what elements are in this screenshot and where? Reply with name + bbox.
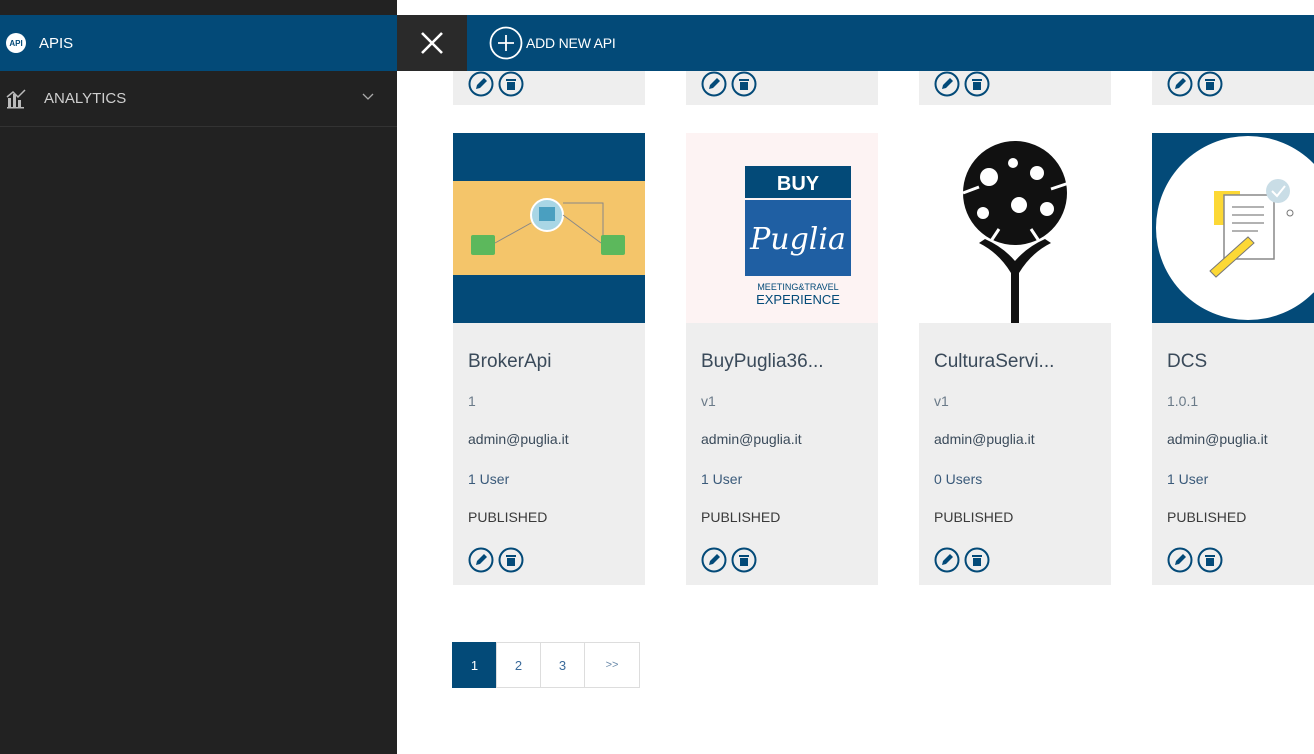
- logo-script-text: Puglia: [749, 222, 846, 257]
- card-actions: [701, 71, 757, 97]
- api-version: v1: [934, 393, 949, 409]
- api-title[interactable]: DCS: [1167, 351, 1207, 373]
- api-status: PUBLISHED: [701, 509, 781, 525]
- api-card-partial: [686, 71, 878, 105]
- edit-icon[interactable]: [934, 71, 960, 97]
- card-actions: [701, 547, 757, 573]
- api-version: 1.0.1: [1167, 393, 1199, 409]
- sidebar-item-analytics-label: ANALYTICS: [44, 90, 127, 107]
- next-page-button[interactable]: >>: [584, 642, 640, 688]
- api-title[interactable]: CulturaServi...: [934, 351, 1054, 373]
- api-users: 1 User: [1167, 471, 1209, 487]
- api-gear-icon: API: [6, 33, 26, 53]
- close-button[interactable]: [397, 15, 467, 71]
- logo-tagline-2: EXPERIENCE: [756, 292, 840, 307]
- api-card[interactable]: CulturaServi... v1 admin@puglia.it 0 Use…: [919, 133, 1111, 585]
- card-actions: [468, 547, 524, 573]
- sidebar-item-analytics[interactable]: ANALYTICS: [0, 71, 397, 127]
- api-card[interactable]: DCS 1.0.1 admin@puglia.it 1 User PUBLISH…: [1152, 133, 1314, 585]
- api-title[interactable]: BuyPuglia36...: [701, 351, 824, 373]
- sidebar-item-apis[interactable]: API APIS: [0, 15, 397, 71]
- card-actions: [468, 71, 524, 97]
- api-status: PUBLISHED: [468, 509, 548, 525]
- api-card[interactable]: BUY Puglia MEETING&TRAVEL EXPERIENCE Buy…: [686, 133, 878, 585]
- card-actions: [934, 547, 990, 573]
- add-new-api-label: ADD NEW API: [526, 35, 616, 51]
- chevron-down-icon[interactable]: [361, 91, 375, 101]
- api-owner: admin@puglia.it: [468, 431, 569, 447]
- api-owner: admin@puglia.it: [1167, 431, 1268, 447]
- api-version: 1: [468, 393, 476, 409]
- buy-puglia-logo: BUY Puglia MEETING&TRAVEL EXPERIENCE: [686, 133, 878, 323]
- delete-icon[interactable]: [964, 547, 990, 573]
- delete-icon[interactable]: [964, 71, 990, 97]
- delete-icon[interactable]: [498, 71, 524, 97]
- api-card-partial: [1152, 71, 1314, 105]
- sidebar: API APIS ANALYTICS: [0, 0, 397, 754]
- edit-icon[interactable]: [1167, 547, 1193, 573]
- delete-icon[interactable]: [731, 547, 757, 573]
- logo-buy-text: BUY: [777, 173, 820, 195]
- top-toolbar: ADD NEW API: [397, 15, 1314, 71]
- edit-icon[interactable]: [468, 547, 494, 573]
- add-new-api-button[interactable]: ADD NEW API: [489, 26, 616, 60]
- api-users: 0 Users: [934, 471, 983, 487]
- card-actions: [1167, 71, 1223, 97]
- delete-icon[interactable]: [1197, 547, 1223, 573]
- api-users: 1 User: [701, 471, 743, 487]
- card-actions: [1167, 547, 1223, 573]
- edit-icon[interactable]: [468, 71, 494, 97]
- delete-icon[interactable]: [1197, 71, 1223, 97]
- delete-icon[interactable]: [731, 71, 757, 97]
- edit-icon[interactable]: [1167, 71, 1193, 97]
- api-card[interactable]: BrokerApi 1 admin@puglia.it 1 User PUBLI…: [453, 133, 645, 585]
- culture-tree-illustration: [919, 133, 1111, 323]
- api-status: PUBLISHED: [1167, 509, 1247, 525]
- api-card-partial: [919, 71, 1111, 105]
- api-owner: admin@puglia.it: [701, 431, 802, 447]
- analytics-chart-icon: [6, 88, 26, 108]
- logo-tagline-1: MEETING&TRAVEL: [757, 282, 838, 292]
- api-users: 1 User: [468, 471, 510, 487]
- page-button-1[interactable]: 1: [452, 642, 497, 688]
- edit-icon[interactable]: [934, 547, 960, 573]
- plus-circle-icon: [489, 26, 523, 60]
- close-icon: [421, 32, 443, 54]
- document-pencil-illustration: [1152, 133, 1314, 323]
- api-title[interactable]: BrokerApi: [468, 351, 551, 373]
- page-button-2[interactable]: 2: [496, 642, 541, 688]
- broker-diagram-thumbnail: [453, 133, 645, 323]
- sidebar-item-apis-label: APIS: [39, 34, 74, 52]
- api-card-partial: [453, 71, 645, 105]
- api-version: v1: [701, 393, 716, 409]
- api-status: PUBLISHED: [934, 509, 1014, 525]
- pagination: 1 2 3 >>: [452, 642, 640, 688]
- card-actions: [934, 71, 990, 97]
- edit-icon[interactable]: [701, 547, 727, 573]
- api-owner: admin@puglia.it: [934, 431, 1035, 447]
- edit-icon[interactable]: [701, 71, 727, 97]
- delete-icon[interactable]: [498, 547, 524, 573]
- page-button-3[interactable]: 3: [540, 642, 585, 688]
